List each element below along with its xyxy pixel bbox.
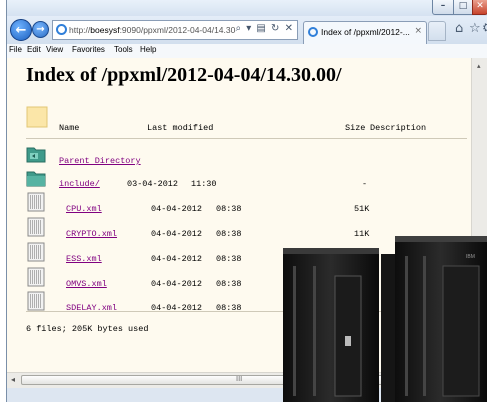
new-tab-button[interactable]: [428, 21, 446, 41]
file-link-omvs[interactable]: OMVS.xml: [66, 279, 107, 289]
file-link-crypto[interactable]: CRYPTO.xml: [66, 229, 117, 239]
document-icon: [27, 217, 45, 237]
file-date: 04-04-2012: [151, 204, 203, 214]
menu-file[interactable]: File: [9, 45, 22, 54]
forward-button[interactable]: →: [32, 21, 49, 38]
header-divider: [26, 138, 467, 139]
file-time: 08:38: [216, 204, 242, 214]
ie-tab-icon: [308, 27, 318, 37]
file-date: 04-04-2012: [151, 229, 203, 239]
file-date: 03-04-2012: [127, 179, 179, 189]
address-controls[interactable]: ⌕ ▾ ▤ ↻ ✕: [235, 23, 294, 34]
column-header-modified[interactable]: Last modified: [147, 123, 213, 133]
document-icon: [27, 291, 45, 311]
title-bar: – □ ✕: [7, 0, 487, 16]
menu-tools[interactable]: Tools: [114, 45, 133, 54]
tab-index-page[interactable]: Index of /ppxml/2012-... ×: [303, 21, 427, 44]
blank-icon: [26, 106, 48, 128]
menu-bar: File Edit View Favorites Tools Help: [7, 44, 487, 59]
address-path: :9090/ppxml/2012-04-04/14.30: [119, 25, 236, 35]
document-icon: [27, 192, 45, 212]
file-date: 04-04-2012: [151, 279, 203, 289]
menu-edit[interactable]: Edit: [27, 45, 41, 54]
menu-help[interactable]: Help: [140, 45, 156, 54]
column-header-name[interactable]: Name: [59, 123, 79, 133]
favorites-star-icon[interactable]: ☆: [469, 21, 481, 36]
back-folder-icon: [26, 147, 46, 163]
page-title: Index of /ppxml/2012-04-04/14.30.00/: [26, 64, 342, 86]
file-time: 11:30: [191, 179, 217, 189]
scroll-up-arrow-icon[interactable]: ▴: [477, 62, 481, 70]
gear-icon[interactable]: ⚙: [482, 21, 487, 36]
address-host: boesysf: [90, 25, 120, 35]
tab-label: Index of /ppxml/2012-...: [321, 27, 410, 37]
document-icon: [27, 267, 45, 287]
file-size: -: [362, 179, 368, 189]
file-date: 04-04-2012: [151, 254, 203, 264]
brand-logo: IBM: [466, 254, 475, 260]
scroll-left-arrow-icon[interactable]: ◂: [11, 375, 15, 384]
minimize-button[interactable]: –: [432, 0, 454, 15]
menu-view[interactable]: View: [46, 45, 63, 54]
maximize-button[interactable]: □: [453, 0, 473, 15]
column-header-description[interactable]: Description: [370, 123, 426, 133]
scroll-grip: III: [236, 375, 243, 383]
listing-summary: 6 files; 205K bytes used: [26, 324, 149, 334]
file-link-ess[interactable]: ESS.xml: [66, 254, 102, 264]
home-icon[interactable]: ⌂: [455, 21, 463, 36]
ie-page-icon: [56, 24, 67, 35]
tab-close-icon[interactable]: ×: [414, 26, 422, 36]
file-time: 08:38: [216, 279, 242, 289]
parent-directory-link[interactable]: Parent Directory: [59, 156, 141, 166]
address-bar[interactable]: http://boesysf:9090/ppxml/2012-04-04/14.…: [52, 20, 298, 40]
file-time: 08:38: [216, 229, 242, 239]
file-size: 51K: [354, 204, 370, 214]
address-url[interactable]: http://boesysf:9090/ppxml/2012-04-04/14.…: [69, 25, 235, 35]
address-prefix: http://: [69, 25, 91, 35]
folder-icon: [26, 171, 46, 187]
file-link-include[interactable]: include/: [59, 179, 100, 189]
file-time: 08:38: [216, 254, 242, 264]
navigation-bar: ← → http://boesysf:9090/ppxml/2012-04-04…: [7, 16, 487, 44]
document-icon: [27, 242, 45, 262]
close-window-button[interactable]: ✕: [472, 0, 487, 15]
file-link-cpu[interactable]: CPU.xml: [66, 204, 102, 214]
menu-favorites[interactable]: Favorites: [72, 45, 105, 54]
back-button[interactable]: ←: [10, 19, 32, 41]
mainframe-server-image: IBM: [283, 236, 487, 402]
column-header-size[interactable]: Size: [345, 123, 365, 133]
